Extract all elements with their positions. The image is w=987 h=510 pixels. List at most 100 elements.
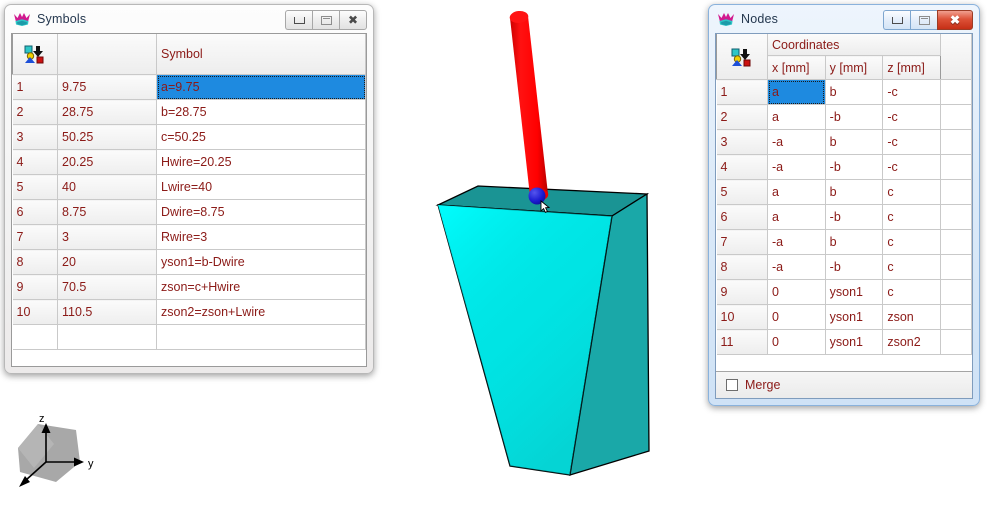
node-x-cell[interactable]: 0 (767, 329, 826, 355)
node-z-cell[interactable]: c (882, 254, 941, 280)
table-row[interactable]: 5 40 Lwire=40 (12, 174, 366, 200)
table-row[interactable]: 3 50.25 c=50.25 (12, 124, 366, 150)
row-number-cell[interactable]: 4 (716, 154, 768, 180)
table-row[interactable]: 6 a -b c (716, 204, 972, 230)
node-tail-cell[interactable] (940, 204, 972, 230)
table-row[interactable]: 2 a -b -c (716, 104, 972, 130)
nodes-titlebar[interactable]: Nodes ✖ (709, 5, 979, 33)
symbol-expression-cell[interactable]: Dwire=8.75 (156, 199, 366, 225)
row-number-cell[interactable]: 9 (716, 279, 768, 305)
row-number-cell[interactable]: 7 (716, 229, 768, 255)
table-row[interactable]: 5abc (716, 179, 972, 205)
table-row[interactable]: 7 3 Rwire=3 (12, 224, 366, 250)
table-row[interactable]: 10 0 yson1 zson (716, 304, 972, 330)
row-number-cell[interactable]: 6 (12, 199, 58, 225)
node-x-cell[interactable]: -a (767, 229, 826, 255)
symbol-value-cell[interactable]: 50.25 (57, 124, 157, 150)
node-x-cell[interactable]: -a (767, 129, 826, 155)
model-viewport[interactable] (382, 0, 712, 505)
row-number-cell[interactable]: 8 (12, 249, 58, 275)
symbols-symbol-header[interactable]: Symbol (156, 34, 366, 75)
node-tail-cell[interactable] (940, 229, 972, 255)
row-number-cell[interactable]: 7 (12, 224, 58, 250)
row-number-cell[interactable]: 9 (12, 274, 58, 300)
node-y-cell[interactable]: yson1 (825, 329, 884, 355)
node-y-cell[interactable]: -b (825, 154, 884, 180)
symbol-expression-cell[interactable] (156, 324, 366, 350)
symbol-expression-cell[interactable]: c=50.25 (156, 124, 366, 150)
row-number-cell[interactable]: 10 (716, 304, 768, 330)
symbol-expression-cell[interactable]: zson2=zson+Lwire (156, 299, 366, 325)
node-y-cell[interactable]: -b (825, 254, 884, 280)
table-row[interactable]: 3 -a b -c (716, 129, 972, 155)
symbol-value-cell[interactable] (57, 324, 157, 350)
row-number-cell[interactable]: 5 (716, 179, 768, 205)
node-x-cell[interactable]: a (767, 104, 826, 130)
node-tail-cell[interactable] (940, 279, 972, 305)
symbol-expression-cell[interactable]: Hwire=20.25 (156, 149, 366, 175)
node-x-cell[interactable]: a (767, 79, 826, 105)
symbol-value-cell[interactable]: 20.25 (57, 149, 157, 175)
minimize-button[interactable] (883, 10, 910, 30)
table-row[interactable]: 8 -a -b c (716, 254, 972, 280)
symbol-value-cell[interactable]: 8.75 (57, 199, 157, 225)
table-row[interactable]: 9 0 yson1 c (716, 279, 972, 305)
node-tail-cell[interactable] (940, 129, 972, 155)
symbols-titlebar[interactable]: Symbols ✖ (5, 5, 373, 33)
table-row[interactable]: 6 8.75 Dwire=8.75 (12, 199, 366, 225)
node-y-cell[interactable]: b (825, 229, 884, 255)
node-tail-cell[interactable] (940, 329, 972, 355)
node-tail-cell[interactable] (940, 304, 972, 330)
table-row[interactable]: 11 0 yson1 zson2 (716, 329, 972, 355)
row-number-cell[interactable]: 2 (716, 104, 768, 130)
nodes-window[interactable]: Nodes ✖ Coordinates x [mm] y [mm] z [mm]… (708, 4, 980, 406)
minimize-button[interactable] (285, 10, 312, 30)
node-x-cell[interactable]: 0 (767, 304, 826, 330)
close-button[interactable]: ✖ (339, 10, 367, 30)
symbols-value-header[interactable] (57, 34, 157, 75)
merge-checkbox[interactable] (726, 379, 738, 391)
row-number-cell[interactable]: 1 (12, 74, 58, 100)
symbol-expression-cell[interactable]: zson=c+Hwire (156, 274, 366, 300)
node-y-cell[interactable]: b (825, 179, 884, 205)
row-number-cell[interactable]: 6 (716, 204, 768, 230)
symbol-expression-cell[interactable]: Rwire=3 (156, 224, 366, 250)
node-z-cell[interactable]: c (882, 229, 941, 255)
node-y-cell[interactable]: yson1 (825, 304, 884, 330)
symbol-value-cell[interactable]: 40 (57, 174, 157, 200)
nodes-z-header[interactable]: z [mm] (882, 55, 941, 80)
symbol-value-cell[interactable]: 9.75 (57, 74, 157, 100)
symbol-value-cell[interactable]: 110.5 (57, 299, 157, 325)
row-number-cell[interactable]: 5 (12, 174, 58, 200)
symbol-value-cell[interactable]: 28.75 (57, 99, 157, 125)
table-row[interactable]: 7 -a b c (716, 229, 972, 255)
node-tail-cell[interactable] (940, 154, 972, 180)
node-x-cell[interactable]: a (767, 204, 826, 230)
symbols-table[interactable]: Symbol 1 9.75 a=9.75 2 28.75 b=28.75 3 50.25 c=5… (12, 34, 366, 350)
close-button[interactable]: ✖ (937, 10, 973, 30)
table-row[interactable]: 8 20 yson1=b-Dwire (12, 249, 366, 275)
node-x-cell[interactable]: -a (767, 154, 826, 180)
row-number-cell[interactable]: 10 (12, 299, 58, 325)
table-row[interactable]: 10 110.5 zson2=zson+Lwire (12, 299, 366, 325)
nodes-corner-header[interactable] (716, 34, 768, 80)
table-row[interactable]: 1 9.75 a=9.75 (12, 74, 366, 100)
row-number-cell[interactable]: 4 (12, 149, 58, 175)
node-z-cell[interactable]: -c (882, 129, 941, 155)
symbol-expression-cell[interactable]: Lwire=40 (156, 174, 366, 200)
symbol-expression-cell[interactable]: b=28.75 (156, 99, 366, 125)
maximize-button[interactable] (312, 10, 339, 30)
node-tail-cell[interactable] (940, 179, 972, 205)
row-number-cell[interactable] (12, 324, 58, 350)
symbols-window-controls[interactable]: ✖ (285, 10, 367, 30)
node-y-cell[interactable]: b (825, 129, 884, 155)
maximize-button[interactable] (910, 10, 937, 30)
node-x-cell[interactable]: -a (767, 254, 826, 280)
node-z-cell[interactable]: c (882, 179, 941, 205)
row-number-cell[interactable]: 1 (716, 79, 768, 105)
node-y-cell[interactable]: b (825, 79, 884, 105)
table-row[interactable]: 4 20.25 Hwire=20.25 (12, 149, 366, 175)
table-row[interactable]: 2 28.75 b=28.75 (12, 99, 366, 125)
node-z-cell[interactable]: -c (882, 154, 941, 180)
node-z-cell[interactable]: zson (882, 304, 941, 330)
